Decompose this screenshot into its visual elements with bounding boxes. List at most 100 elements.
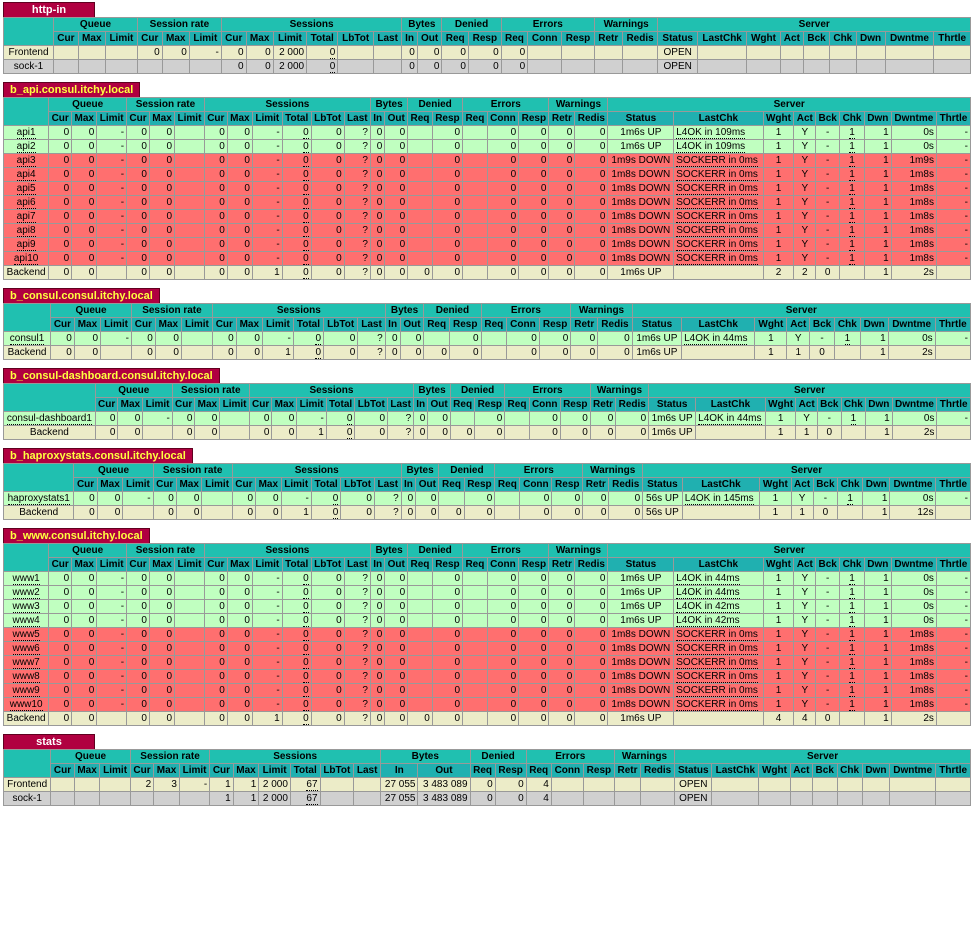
cell[interactable]: 0: [281, 139, 312, 154]
row-name-link[interactable]: api2: [2, 139, 50, 154]
row-name[interactable]: www3: [12, 601, 40, 613]
cell[interactable]: 1: [839, 251, 865, 266]
cell[interactable]: 1: [839, 571, 865, 586]
row-name-link[interactable]: Backend: [2, 345, 52, 360]
row-name[interactable]: api7: [16, 211, 36, 223]
cell[interactable]: 1: [839, 641, 865, 656]
row-name-link[interactable]: www4: [2, 613, 50, 628]
cell[interactable]: 1: [839, 125, 865, 140]
cell[interactable]: 1: [840, 411, 867, 426]
cell[interactable]: 0: [306, 45, 339, 60]
row-name[interactable]: Backend: [8, 347, 47, 358]
row-name[interactable]: api10: [13, 253, 39, 265]
row-name-link[interactable]: www5: [2, 627, 50, 642]
row-name[interactable]: Backend: [19, 507, 58, 518]
row-name[interactable]: Backend: [7, 713, 46, 724]
cell[interactable]: 1: [837, 491, 864, 506]
row-name[interactable]: Frontend: [8, 47, 48, 58]
row-name[interactable]: consul1: [9, 333, 45, 345]
cell[interactable]: 0: [281, 571, 312, 586]
row-name[interactable]: api8: [16, 225, 36, 237]
row-name[interactable]: www7: [12, 657, 40, 669]
row-name[interactable]: sock-1: [14, 61, 43, 72]
cell[interactable]: 1: [839, 223, 865, 238]
cell[interactable]: 0: [281, 599, 312, 614]
cell[interactable]: 0: [281, 585, 312, 600]
cell[interactable]: 1: [839, 237, 865, 252]
row-name-link[interactable]: api3: [2, 153, 50, 168]
row-name-link[interactable]: www9: [2, 683, 50, 698]
row-name-link[interactable]: api7: [2, 209, 50, 224]
cell[interactable]: 0: [306, 59, 339, 74]
row-name-link[interactable]: www10: [2, 697, 50, 712]
cell[interactable]: 1: [839, 655, 865, 670]
cell[interactable]: 67: [289, 791, 321, 806]
cell[interactable]: 0: [281, 251, 312, 266]
cell[interactable]: 0: [292, 331, 325, 346]
row-name-link[interactable]: www1: [2, 571, 50, 586]
row-name-link[interactable]: Frontend: [2, 777, 52, 792]
cell[interactable]: 0: [281, 683, 312, 698]
proxy-title[interactable]: b_haproxystats.consul.itchy.local: [3, 448, 193, 463]
row-name-link[interactable]: api6: [2, 195, 50, 210]
row-name[interactable]: www5: [12, 629, 40, 641]
cell[interactable]: 0: [310, 505, 342, 520]
cell[interactable]: 1: [839, 697, 865, 712]
cell[interactable]: 0: [281, 613, 312, 628]
row-name[interactable]: api4: [16, 169, 36, 181]
row-name-link[interactable]: Frontend: [2, 45, 55, 60]
cell[interactable]: 67: [289, 777, 321, 792]
row-name-link[interactable]: www2: [2, 585, 50, 600]
proxy-title[interactable]: b_consul.consul.itchy.local: [3, 288, 160, 303]
row-name[interactable]: www6: [12, 643, 40, 655]
row-name-link[interactable]: haproxystats1: [2, 491, 75, 506]
cell[interactable]: 0: [281, 153, 312, 168]
row-name[interactable]: api2: [16, 141, 36, 153]
cell[interactable]: 0: [281, 125, 312, 140]
row-name-link[interactable]: api4: [2, 167, 50, 182]
row-name[interactable]: api5: [16, 183, 36, 195]
cell[interactable]: 1: [839, 167, 865, 182]
row-name[interactable]: api3: [16, 155, 36, 167]
cell[interactable]: 1: [839, 669, 865, 684]
row-name-link[interactable]: Backend: [2, 505, 75, 520]
row-name-link[interactable]: www3: [2, 599, 50, 614]
row-name[interactable]: www10: [9, 699, 43, 711]
cell[interactable]: 0: [281, 669, 312, 684]
row-name-link[interactable]: api9: [2, 237, 50, 252]
row-name[interactable]: www9: [12, 685, 40, 697]
cell[interactable]: 0: [281, 697, 312, 712]
row-name-link[interactable]: Backend: [2, 711, 50, 726]
cell[interactable]: 0: [281, 641, 312, 656]
row-name-link[interactable]: www6: [2, 641, 50, 656]
cell[interactable]: 0: [310, 491, 342, 506]
cell[interactable]: 1: [839, 627, 865, 642]
row-name[interactable]: api1: [16, 127, 36, 139]
cell[interactable]: 1: [839, 585, 865, 600]
cell[interactable]: 1: [839, 195, 865, 210]
row-name-link[interactable]: sock-1: [2, 59, 55, 74]
row-name[interactable]: sock-1: [12, 793, 41, 804]
row-name[interactable]: api9: [16, 239, 36, 251]
row-name[interactable]: Frontend: [7, 779, 47, 790]
cell[interactable]: 0: [281, 223, 312, 238]
row-name-link[interactable]: www7: [2, 655, 50, 670]
proxy-title[interactable]: b_www.consul.itchy.local: [3, 528, 150, 543]
cell[interactable]: 0: [281, 265, 312, 280]
row-name-link[interactable]: api1: [2, 125, 50, 140]
cell[interactable]: 0: [281, 209, 312, 224]
cell[interactable]: 0: [325, 425, 356, 440]
cell[interactable]: 0: [281, 167, 312, 182]
cell[interactable]: 1: [839, 153, 865, 168]
row-name[interactable]: haproxystats1: [7, 493, 70, 505]
row-name-link[interactable]: sock-1: [2, 791, 52, 806]
row-name[interactable]: www2: [12, 587, 40, 599]
cell[interactable]: 0: [292, 345, 325, 360]
proxy-title[interactable]: http-in: [3, 2, 95, 17]
row-name[interactable]: consul-dashboard1: [6, 413, 92, 425]
row-name[interactable]: api6: [16, 197, 36, 209]
row-name-link[interactable]: Backend: [2, 265, 50, 280]
cell[interactable]: 1: [834, 331, 861, 346]
cell[interactable]: 0: [281, 237, 312, 252]
row-name-link[interactable]: api8: [2, 223, 50, 238]
